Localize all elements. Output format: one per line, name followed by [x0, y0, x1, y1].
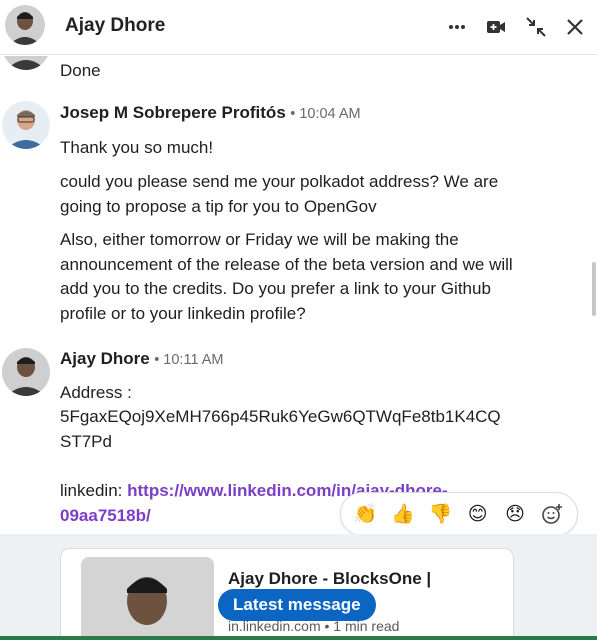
sender-name[interactable]: Ajay Dhore: [60, 349, 150, 368]
message-text: Done: [60, 61, 101, 80]
address-label: Address :: [60, 383, 132, 402]
message-list[interactable]: Done Josep M Sobrepere Profitós • 10:04 …: [0, 56, 597, 534]
thumbs-up-icon[interactable]: 👍: [389, 500, 417, 528]
sad-face-icon[interactable]: 😞: [501, 500, 529, 528]
latest-message-button[interactable]: Latest message: [218, 589, 376, 621]
collapse-icon[interactable]: [519, 10, 553, 44]
sender-name[interactable]: Josep M Sobrepere Profitós: [60, 103, 286, 122]
reaction-bar: 👏 👍 👎 😊 😞: [340, 492, 578, 536]
avatar[interactable]: [2, 101, 50, 149]
linkedin-label: linkedin:: [60, 481, 123, 500]
avatar[interactable]: [5, 5, 45, 45]
timestamp: • 10:04 AM: [290, 106, 361, 122]
chat-title[interactable]: Ajay Dhore: [65, 15, 165, 37]
thumbs-down-icon[interactable]: 👎: [426, 500, 454, 528]
avatar[interactable]: [2, 56, 50, 70]
scrollbar[interactable]: [592, 262, 596, 316]
add-reaction-icon[interactable]: [538, 500, 566, 528]
clap-icon[interactable]: 👏: [352, 500, 380, 528]
chat-header: Ajay Dhore: [0, 0, 597, 55]
message-paragraph: Also, either tomorrow or Friday we will …: [60, 230, 513, 323]
preview-thumbnail: [81, 557, 214, 640]
smile-icon[interactable]: 😊: [464, 500, 492, 528]
message-paragraph: Thank you so much!: [60, 138, 214, 157]
avatar[interactable]: [2, 348, 50, 396]
more-options-icon[interactable]: [440, 10, 474, 44]
linkedin-link[interactable]: 09aa7518b/: [60, 504, 151, 529]
message-header: Josep M Sobrepere Profitós • 10:04 AM: [60, 103, 361, 123]
timestamp: • 10:11 AM: [154, 352, 224, 368]
address-value: 5FgaxEQoj9XeMH766p45Ruk6YeGw6QTWqFe8tb1K…: [60, 407, 501, 426]
preview-title: Ajay Dhore - BlocksOne |: [228, 569, 432, 588]
bottom-divider: [0, 636, 597, 640]
message-paragraph: could you please send me your polkadot a…: [60, 172, 499, 216]
link-preview-area: Ajay Dhore - BlocksOne | in.linkedin.com…: [0, 534, 597, 640]
address-value: ST7Pd: [60, 432, 112, 451]
close-icon[interactable]: [558, 10, 592, 44]
video-call-icon[interactable]: [479, 10, 513, 44]
message-header: Ajay Dhore • 10:11 AM: [60, 349, 224, 369]
